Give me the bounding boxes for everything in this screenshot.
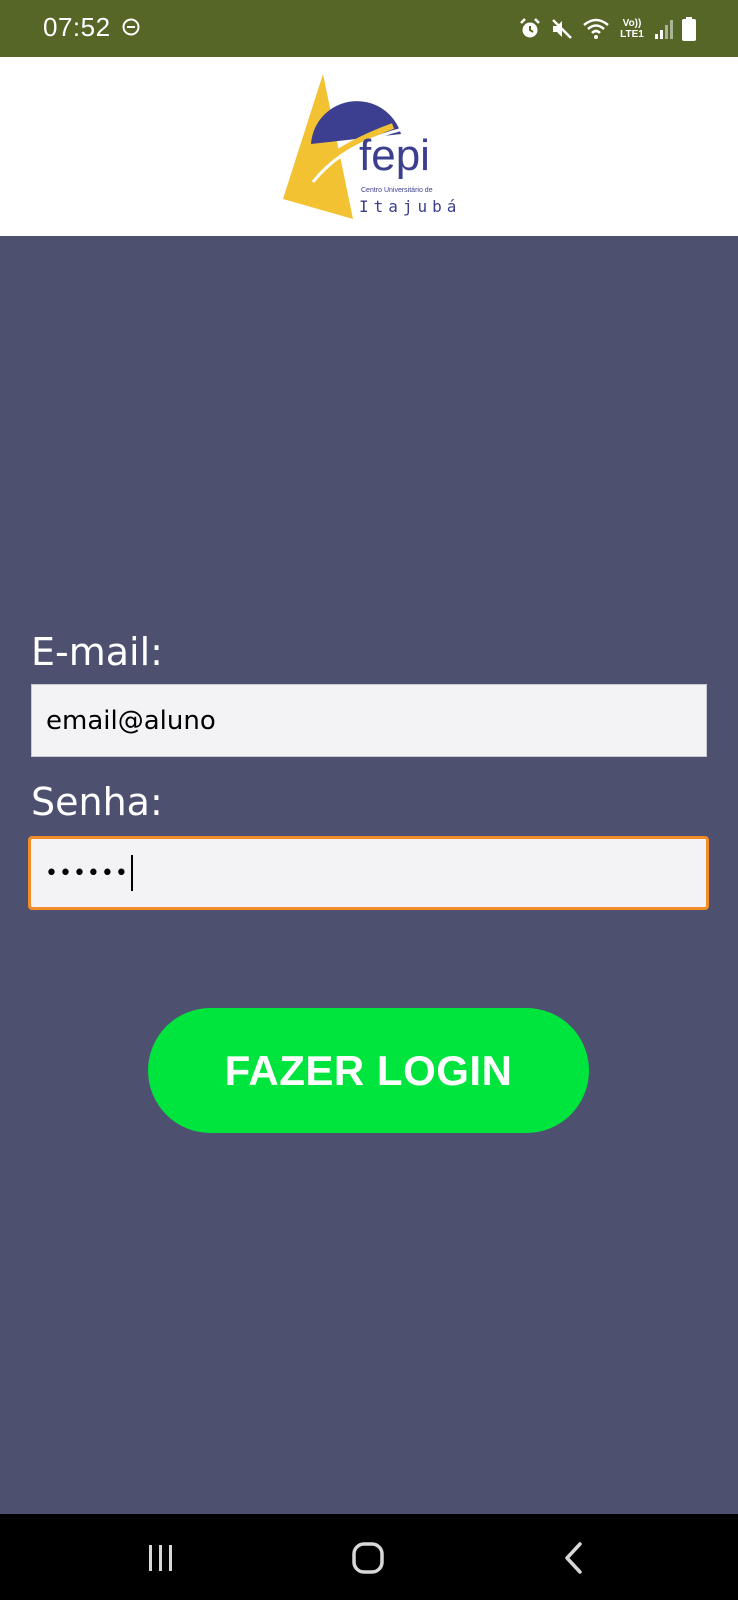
login-button[interactable]: FAZER LOGIN [148, 1008, 589, 1133]
recents-icon[interactable] [139, 1536, 183, 1580]
logo-header: fepi Centro Universitário de Itajubá [0, 57, 738, 236]
fepi-logo: fepi Centro Universitário de Itajubá [283, 74, 463, 224]
back-icon[interactable] [552, 1536, 596, 1580]
battery-icon [682, 17, 696, 41]
mute-icon [550, 17, 574, 41]
do-not-disturb-icon [122, 18, 140, 36]
login-screen: 07:52 Vo)) LTE1 fepi Centro Universitári… [0, 0, 738, 1600]
lte-line1: Vo)) [622, 18, 642, 29]
status-icons: Vo)) LTE1 [518, 14, 696, 44]
password-field[interactable]: •••••• [28, 836, 709, 910]
logo-subtitle: Centro Universitário de [361, 187, 433, 194]
logo-name: fepi [359, 131, 430, 180]
email-field[interactable]: email@aluno [31, 684, 707, 757]
lte-indicator: Vo)) LTE1 [618, 18, 646, 40]
logo-city: Itajubá [359, 197, 462, 216]
text-caret [130, 855, 133, 891]
alarm-icon [518, 17, 542, 41]
lte-line2: LTE1 [620, 29, 644, 40]
email-value: email@aluno [46, 705, 216, 736]
signal-icon [654, 18, 674, 40]
navigation-bar [0, 1514, 738, 1600]
email-label: E-mail: [31, 630, 163, 674]
status-bar: 07:52 Vo)) LTE1 [0, 0, 738, 57]
password-value: •••••• [45, 860, 129, 886]
home-icon[interactable] [346, 1536, 390, 1580]
password-label: Senha: [31, 780, 163, 824]
wifi-icon [582, 17, 610, 41]
status-time: 07:52 [43, 12, 111, 42]
